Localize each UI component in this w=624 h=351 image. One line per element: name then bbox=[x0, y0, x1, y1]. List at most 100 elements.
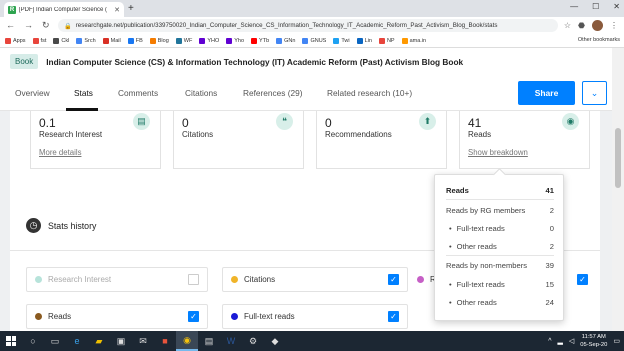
app-icon[interactable]: ◆ bbox=[264, 331, 286, 351]
publication-title: Indian Computer Science (CS) & Informati… bbox=[46, 56, 464, 67]
stat-value: 0 bbox=[182, 116, 189, 130]
series-toggle-citations[interactable]: Citations ✓ bbox=[222, 267, 408, 292]
tab-stats[interactable]: Stats bbox=[74, 88, 93, 98]
more-details-link[interactable]: More details bbox=[39, 148, 81, 157]
type-badge: Book bbox=[10, 54, 39, 69]
series-checkbox[interactable] bbox=[188, 274, 199, 285]
stats-history-header: ◷ Stats history bbox=[26, 218, 96, 233]
series-toggle-full-text-reads[interactable]: Full-text reads ✓ bbox=[222, 304, 408, 329]
reload-icon[interactable]: ↻ bbox=[42, 20, 50, 31]
url-field[interactable]: 🔒 researchgate.net/publication/339750020… bbox=[58, 19, 558, 32]
clock[interactable]: 11:57 AM 05-Sep-20 bbox=[580, 333, 607, 349]
forward-icon[interactable]: → bbox=[24, 20, 33, 31]
chevron-up-icon[interactable]: ^ bbox=[548, 338, 551, 345]
bookmarks-bar: Apps fst Ckl Srch Mail FB Blog WF YHO Yho YTb GNn GN… bbox=[0, 34, 624, 48]
address-bar-row: ← → ↻ 🔒 researchgate.net/publication/339… bbox=[0, 17, 624, 34]
bookmark-item[interactable]: Srch bbox=[76, 37, 96, 44]
notepad-icon[interactable]: ▤ bbox=[198, 331, 220, 351]
bookmark-favicon-icon bbox=[127, 37, 134, 44]
series-checkbox[interactable]: ✓ bbox=[577, 274, 588, 285]
edge-icon[interactable]: e bbox=[66, 331, 88, 351]
profile-avatar[interactable] bbox=[592, 20, 603, 31]
start-button[interactable] bbox=[0, 331, 22, 351]
bookmark-favicon-icon bbox=[76, 37, 83, 44]
bookmark-item[interactable]: GNn bbox=[276, 37, 295, 44]
tab-title: [PDF] Indian Computer Science ( bbox=[19, 6, 108, 13]
chrome-icon[interactable]: ◉ bbox=[176, 331, 198, 351]
bookmark-item[interactable]: fst bbox=[32, 37, 46, 44]
minimize-icon[interactable]: — bbox=[570, 2, 578, 11]
bookmark-item[interactable]: Yho bbox=[226, 37, 244, 44]
network-icon[interactable]: ▂ bbox=[558, 337, 563, 345]
stats-history-title: Stats history bbox=[48, 220, 97, 231]
notifications-icon[interactable]: ▭ bbox=[613, 337, 620, 345]
bookmark-item[interactable]: FB bbox=[127, 37, 143, 44]
maximize-icon[interactable]: ☐ bbox=[592, 2, 599, 11]
series-swatch bbox=[35, 313, 42, 320]
close-tab-icon[interactable]: ✕ bbox=[114, 6, 120, 14]
stat-value: 0 bbox=[325, 116, 332, 130]
bookmark-favicon-icon bbox=[356, 37, 363, 44]
bookmark-item[interactable]: Twi bbox=[333, 37, 350, 44]
bookmark-item[interactable]: NP bbox=[378, 37, 395, 44]
share-button[interactable]: Share bbox=[518, 81, 575, 105]
back-icon[interactable]: ← bbox=[6, 20, 15, 31]
word-icon[interactable]: W bbox=[220, 331, 242, 351]
tab-comments[interactable]: Comments bbox=[118, 88, 158, 98]
bookmark-favicon-icon bbox=[302, 37, 309, 44]
breakdown-row-non-members: Reads by non-members 39 bbox=[446, 261, 554, 270]
bookmark-item[interactable]: YTb bbox=[251, 37, 269, 44]
windows-taskbar: ○ ▭ e ▰ ▣ ✉ ■ ◉ ▤ W ⚙ ◆ ^ ▂ ◁ 11:57 AM 0… bbox=[0, 331, 624, 351]
tab-citations[interactable]: Citations bbox=[185, 88, 217, 98]
share-options-button[interactable]: ⌄ bbox=[582, 81, 607, 105]
bookmark-favicon-icon bbox=[175, 37, 182, 44]
bookmark-item[interactable]: Mail bbox=[102, 37, 121, 44]
bookmark-item[interactable]: Blog bbox=[149, 37, 169, 44]
browser-tab[interactable]: R [PDF] Indian Computer Science ( ✕ bbox=[4, 2, 124, 17]
task-view-icon[interactable]: ▭ bbox=[44, 331, 66, 351]
quote-icon: ❝ bbox=[276, 113, 293, 130]
stat-label: Research Interest bbox=[39, 130, 103, 139]
new-tab-icon[interactable]: + bbox=[128, 3, 134, 14]
stat-label: Reads bbox=[468, 130, 492, 139]
reads-breakdown-popover: Reads41 Reads by RG members2 Full-text r… bbox=[434, 168, 564, 321]
bookmark-item[interactable]: Ckl bbox=[53, 37, 69, 44]
bookmark-favicon-icon bbox=[5, 37, 11, 44]
store-icon[interactable]: ▣ bbox=[110, 331, 132, 351]
stat-card-recommendations: 0 Recommendations ⬆ bbox=[316, 111, 447, 169]
volume-icon[interactable]: ◁ bbox=[569, 337, 574, 345]
series-toggle-reads[interactable]: Reads ✓ bbox=[26, 304, 208, 329]
extensions-icon[interactable]: ⬣ bbox=[578, 21, 585, 30]
series-swatch bbox=[231, 276, 238, 283]
tab-related-research[interactable]: Related research (10+) bbox=[327, 88, 412, 98]
scrollbar-thumb[interactable] bbox=[615, 128, 621, 188]
clock-time: 11:57 AM bbox=[581, 334, 606, 340]
show-breakdown-link[interactable]: Show breakdown bbox=[468, 148, 528, 157]
bookmark-item[interactable]: ama.in bbox=[401, 37, 426, 44]
bookmark-item[interactable]: WF bbox=[175, 37, 192, 44]
settings-icon[interactable]: ⚙ bbox=[242, 331, 264, 351]
system-tray: ^ ▂ ◁ 11:57 AM 05-Sep-20 ▭ bbox=[548, 333, 620, 349]
other-bookmarks[interactable]: Other bookmarks bbox=[575, 37, 620, 43]
menu-icon[interactable]: ⋮ bbox=[610, 21, 618, 30]
series-checkbox[interactable]: ✓ bbox=[388, 274, 399, 285]
bookmark-item[interactable]: Lin bbox=[356, 37, 372, 44]
bookmark-item[interactable]: YHO bbox=[199, 37, 219, 44]
page-scrollbar[interactable] bbox=[612, 48, 624, 331]
close-window-icon[interactable]: ✕ bbox=[613, 2, 620, 11]
search-icon[interactable]: ○ bbox=[22, 331, 44, 351]
series-toggle-research-interest[interactable]: Research Interest bbox=[26, 267, 208, 292]
bookmark-item[interactable]: Apps bbox=[5, 37, 26, 44]
office-icon[interactable]: ■ bbox=[154, 331, 176, 351]
star-icon[interactable]: ☆ bbox=[564, 21, 571, 30]
series-checkbox[interactable]: ✓ bbox=[188, 311, 199, 322]
file-explorer-icon[interactable]: ▰ bbox=[88, 331, 110, 351]
bookmark-item[interactable]: GNUS bbox=[302, 37, 326, 44]
series-checkbox[interactable]: ✓ bbox=[388, 311, 399, 322]
window-controls: — ☐ ✕ bbox=[570, 2, 620, 11]
bookmark-favicon-icon bbox=[102, 37, 109, 44]
tab-overview[interactable]: Overview bbox=[15, 88, 50, 98]
mail-icon[interactable]: ✉ bbox=[132, 331, 154, 351]
breakdown-row-rg-full-text: Full-text reads0 bbox=[449, 224, 554, 233]
tab-references[interactable]: References (29) bbox=[243, 88, 303, 98]
